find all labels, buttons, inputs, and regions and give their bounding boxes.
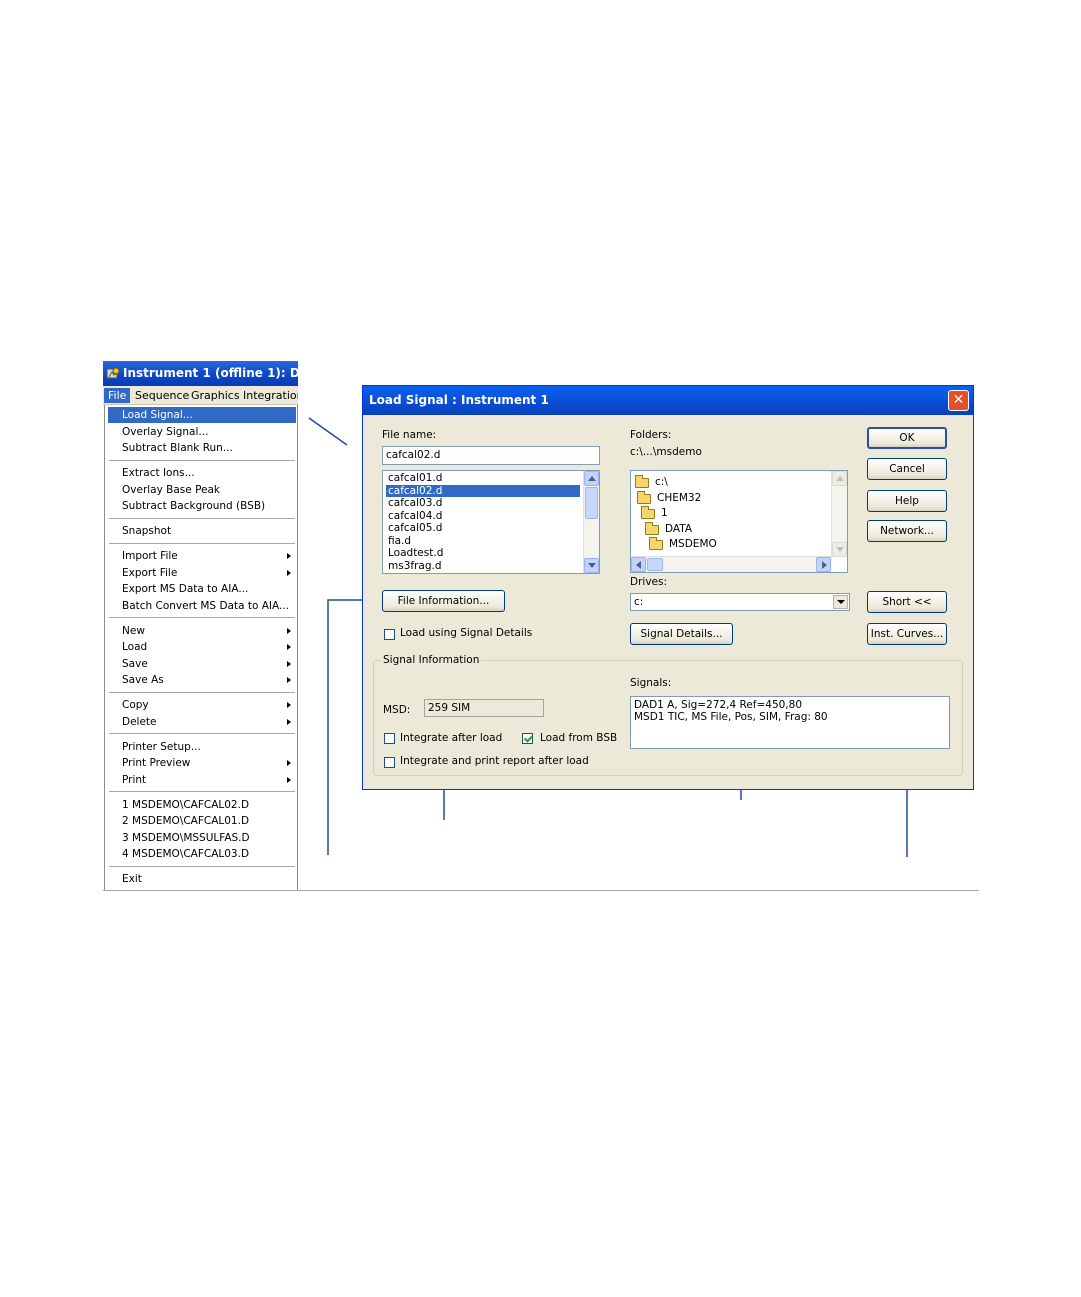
load-using-signal-details-checkbox[interactable] bbox=[384, 629, 395, 640]
scroll-down-icon[interactable] bbox=[832, 542, 847, 557]
file-list-item[interactable]: Loadtest.d bbox=[386, 547, 445, 559]
scroll-left-icon[interactable] bbox=[631, 557, 646, 572]
load-signal-dialog: Load Signal : Instrument 1 ✕ File name: … bbox=[362, 385, 974, 790]
load-using-signal-details-label: Load using Signal Details bbox=[400, 627, 533, 639]
load-from-bsb-checkbox[interactable] bbox=[522, 733, 533, 744]
ok-button[interactable]: OK bbox=[867, 427, 947, 449]
signal-information-label: Signal Information bbox=[381, 654, 482, 666]
file-name-input[interactable]: cafcal02.d bbox=[382, 446, 600, 465]
drives-select[interactable]: c: bbox=[630, 593, 850, 611]
folders-label: Folders: bbox=[630, 429, 672, 441]
file-list-scrollbar[interactable] bbox=[583, 471, 599, 573]
signals-list[interactable]: DAD1 A, Sig=272,4 Ref=450,80 MSD1 TIC, MS… bbox=[630, 696, 950, 749]
folders-path: c:\...\msdemo bbox=[630, 446, 702, 458]
help-button[interactable]: Help bbox=[867, 490, 947, 512]
file-information-button[interactable]: File Information... bbox=[382, 590, 505, 612]
close-icon[interactable]: ✕ bbox=[948, 390, 969, 411]
scroll-up-icon[interactable] bbox=[832, 471, 847, 486]
integrate-and-print-label: Integrate and print report after load bbox=[400, 755, 589, 767]
folder-icon bbox=[637, 490, 651, 504]
folder-icon bbox=[641, 506, 655, 519]
dialog-titlebar[interactable]: Load Signal : Instrument 1 ✕ bbox=[363, 386, 973, 415]
folder-vscrollbar[interactable] bbox=[831, 471, 847, 557]
scroll-thumb[interactable] bbox=[647, 558, 663, 571]
chevron-down-icon[interactable] bbox=[833, 595, 848, 609]
scroll-thumb[interactable] bbox=[585, 487, 598, 519]
network-button[interactable]: Network... bbox=[867, 520, 947, 542]
scroll-down-icon[interactable] bbox=[584, 558, 599, 573]
integrate-after-load-checkbox[interactable] bbox=[384, 733, 395, 744]
file-list-item[interactable]: fia.d bbox=[386, 535, 413, 547]
folder-tree-item[interactable]: c:\ bbox=[655, 476, 668, 488]
file-list[interactable]: cafcal01.d cafcal02.d cafcal03.d cafcal04.d… bbox=[382, 470, 600, 574]
cancel-button[interactable]: Cancel bbox=[867, 458, 947, 480]
msd-label: MSD: bbox=[383, 704, 411, 716]
integrate-after-load-label: Integrate after load bbox=[400, 732, 503, 744]
folder-tree[interactable]: c:\ CHEM32 1 DATA MSDEMO bbox=[630, 470, 848, 573]
signal-item[interactable]: DAD1 A, Sig=272,4 Ref=450,80 bbox=[634, 699, 949, 711]
folder-hscrollbar[interactable] bbox=[631, 556, 832, 572]
msd-field: 259 SIM bbox=[424, 699, 544, 717]
folder-open-icon bbox=[649, 537, 663, 550]
file-list-item[interactable]: ms3frag.d bbox=[386, 560, 444, 572]
folder-tree-item[interactable]: CHEM32 bbox=[657, 492, 701, 504]
file-list-item[interactable]: cafcal03.d bbox=[386, 497, 444, 509]
file-name-label: File name: bbox=[382, 429, 437, 441]
signal-item[interactable]: MSD1 TIC, MS File, Pos, SIM, Frag: 80 bbox=[634, 711, 949, 723]
folder-icon bbox=[645, 521, 659, 535]
folder-tree-item[interactable]: DATA bbox=[665, 523, 692, 535]
folder-icon bbox=[635, 475, 649, 488]
signal-details-button[interactable]: Signal Details... bbox=[630, 623, 733, 645]
callout-load-signal bbox=[308, 417, 348, 446]
folder-tree-item[interactable]: 1 bbox=[661, 507, 668, 519]
drives-select-value: c: bbox=[634, 596, 644, 608]
short-button[interactable]: Short << bbox=[867, 591, 947, 613]
scroll-right-icon[interactable] bbox=[816, 557, 831, 572]
file-list-item[interactable]: cafcal04.d bbox=[386, 510, 444, 522]
inst-curves-button[interactable]: Inst. Curves... bbox=[867, 623, 947, 645]
file-list-item[interactable]: cafcal05.d bbox=[386, 522, 444, 534]
drives-label: Drives: bbox=[630, 576, 668, 588]
dialog-title: Load Signal : Instrument 1 bbox=[369, 393, 549, 407]
file-list-item[interactable]: cafcal01.d bbox=[386, 472, 444, 484]
folder-tree-item[interactable]: MSDEMO bbox=[669, 538, 717, 550]
file-list-item[interactable]: cafcal02.d bbox=[386, 484, 580, 497]
signals-label: Signals: bbox=[630, 677, 672, 689]
integrate-and-print-checkbox[interactable] bbox=[384, 757, 395, 768]
load-from-bsb-label: Load from BSB bbox=[540, 732, 618, 744]
scroll-up-icon[interactable] bbox=[584, 471, 599, 486]
